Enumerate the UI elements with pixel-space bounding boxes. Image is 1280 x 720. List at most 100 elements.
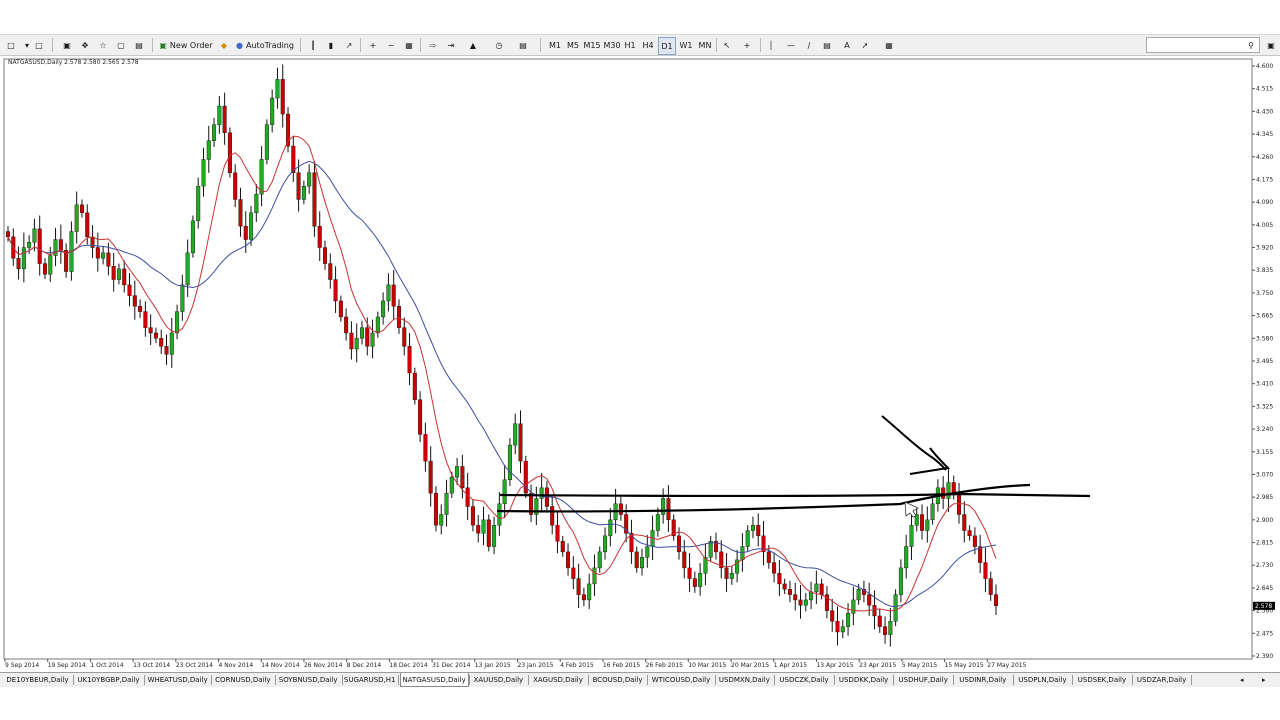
tabs-scroll-left-icon[interactable]: ◂ — [1240, 673, 1252, 686]
navigator-icon[interactable]: ✥ — [78, 37, 92, 53]
candle-body — [803, 599, 808, 606]
tf-h4[interactable]: H4 — [640, 37, 656, 53]
new-order-button[interactable]: ▣ New Order — [158, 37, 214, 53]
date-label: 4 Nov 2014 — [219, 662, 254, 669]
more-tools-icon[interactable]: ▦ — [882, 37, 896, 53]
tab-usdmxn-daily[interactable]: USDMXN,Daily — [717, 673, 773, 686]
candle-body — [988, 578, 993, 595]
tf-m15[interactable]: M15 — [582, 37, 602, 53]
vertical-line-icon[interactable]: │ — [764, 37, 778, 53]
chart-shift-icon[interactable]: ⇥ — [444, 37, 458, 53]
candle-body — [967, 530, 972, 537]
profiles-icon[interactable]: □ — [32, 37, 46, 53]
tab-usddkk-daily[interactable]: USDDKK,Daily — [836, 673, 892, 686]
text-icon[interactable]: A — [840, 37, 854, 53]
autotrading-button[interactable]: ● AutoTrading — [234, 37, 296, 53]
data-window-icon[interactable]: ☆ — [96, 37, 110, 53]
tab-usdpln-daily[interactable]: USDPLN,Daily — [1015, 673, 1071, 686]
candle-body — [201, 159, 206, 187]
date-label: 1 Apr 2015 — [774, 662, 807, 669]
auto-scroll-icon[interactable]: ⇨ — [426, 37, 440, 53]
candle-body — [116, 268, 121, 280]
indicators-icon[interactable]: ▲ — [466, 37, 480, 53]
zoom-out-icon[interactable]: − — [384, 37, 398, 53]
tab-wticousd-daily[interactable]: WTICOUSD,Daily — [649, 673, 712, 686]
tab-de10ybeur-daily[interactable]: DE10YBEUR,Daily — [4, 673, 71, 686]
tab-bcousd-daily[interactable]: BCOUSD,Daily — [590, 673, 646, 686]
tf-w1[interactable]: W1 — [678, 37, 694, 53]
candle-body — [270, 97, 275, 125]
tf-mn[interactable]: MN — [696, 37, 714, 53]
candle-body — [148, 327, 153, 334]
tab-uk10ybgbp-daily[interactable]: UK10YBGBP,Daily — [75, 673, 142, 686]
date-label: 8 Dec 2014 — [347, 662, 382, 669]
tile-windows-icon[interactable]: ▦ — [402, 37, 416, 53]
price-label: 3.070 — [1256, 471, 1273, 478]
date-label: 5 May 2015 — [902, 662, 937, 669]
candle-body — [835, 621, 840, 633]
tf-d1[interactable]: D1 — [658, 37, 676, 55]
tab-usdinr-daily[interactable]: USDINR,Daily — [955, 673, 1011, 686]
community-icon[interactable]: ▣ — [1264, 37, 1278, 53]
tf-h1[interactable]: H1 — [622, 37, 638, 53]
tf-m5[interactable]: M5 — [564, 37, 582, 53]
tab-xagusd-daily[interactable]: XAGUSD,Daily — [530, 673, 586, 686]
candle-body — [888, 621, 893, 635]
terminal-icon[interactable]: ▢ — [114, 37, 128, 53]
crosshair-icon[interactable]: + — [740, 37, 754, 53]
templates-icon[interactable]: ▤ — [516, 37, 530, 53]
date-label: 27 May 2015 — [987, 662, 1026, 669]
tabs-scroll-right-icon[interactable]: ▸ — [1262, 673, 1274, 686]
candle-body — [460, 466, 465, 489]
candle-body — [58, 239, 63, 251]
candle-body — [412, 372, 417, 400]
price-chart[interactable]: NATGASUSD,Daily 2.578 2.580 2.565 2.578 … — [0, 56, 1280, 672]
candle-body — [249, 212, 254, 240]
periods-icon[interactable]: ◷ — [492, 37, 506, 53]
candle-body — [867, 594, 872, 606]
cursor-icon[interactable]: ↖ — [720, 37, 734, 53]
new-chart-icon[interactable]: □ — [4, 37, 18, 53]
tf-m30[interactable]: M30 — [602, 37, 622, 53]
tab-usdhuf-daily[interactable]: USDHUF,Daily — [895, 673, 951, 686]
date-label: 20 Mar 2015 — [731, 662, 769, 669]
candle-body — [481, 519, 486, 534]
tab-natgasusd-daily[interactable]: NATGASUSD,Daily — [399, 673, 469, 687]
tab-usdsek-daily[interactable]: USDSEK,Daily — [1074, 673, 1130, 686]
price-label: 4.430 — [1256, 108, 1273, 115]
trendline-icon[interactable]: ∕ — [802, 37, 816, 53]
metaeditor-icon[interactable]: ◆ — [218, 37, 230, 53]
bar-chart-icon[interactable]: ┃ — [306, 37, 320, 53]
candle-body — [296, 172, 301, 200]
tab-usdzar-daily[interactable]: USDZAR,Daily — [1134, 673, 1190, 686]
date-label: 13 Apr 2015 — [816, 662, 853, 669]
candle-body — [444, 492, 449, 515]
price-label: 3.920 — [1256, 245, 1273, 252]
arrows-icon[interactable]: ➚ — [858, 37, 872, 53]
market-watch-icon[interactable]: ▣ — [60, 37, 74, 53]
candlestick-icon[interactable]: ▮ — [324, 37, 338, 53]
candle-body — [497, 503, 502, 526]
line-chart-icon[interactable]: ↗ — [342, 37, 356, 53]
tab-wheatusd-daily[interactable]: WHEATUSD,Daily — [146, 673, 209, 686]
candle-body — [608, 519, 613, 537]
candle-body — [196, 185, 201, 222]
magnifier-icon[interactable]: ⚲ — [1244, 37, 1258, 53]
date-label: 18 Dec 2014 — [389, 662, 428, 669]
strategy-tester-icon[interactable]: ▤ — [132, 37, 146, 53]
price-label: 2.815 — [1256, 540, 1273, 547]
tab-usdczk-daily[interactable]: USDCZK,Daily — [776, 673, 832, 686]
tf-m1[interactable]: M1 — [546, 37, 564, 53]
tab-xauusd-daily[interactable]: XAUUSD,Daily — [471, 673, 527, 686]
search-input[interactable] — [1146, 37, 1260, 53]
zoom-in-icon[interactable]: + — [366, 37, 380, 53]
tab-soybnusd-daily[interactable]: SOYBNUSD,Daily — [277, 673, 340, 686]
price-label: 2.730 — [1256, 562, 1273, 569]
date-label: 10 Mar 2015 — [688, 662, 726, 669]
equidistant-channel-icon[interactable]: ▤ — [820, 37, 834, 53]
tab-sugarusd-h1[interactable]: SUGARUSD,H1 — [344, 673, 396, 686]
horizontal-line-icon[interactable]: — — [784, 37, 798, 53]
price-label: 3.580 — [1256, 335, 1273, 342]
candle-body — [872, 605, 877, 617]
tab-cornusd-daily[interactable]: CORNUSD,Daily — [213, 673, 272, 686]
